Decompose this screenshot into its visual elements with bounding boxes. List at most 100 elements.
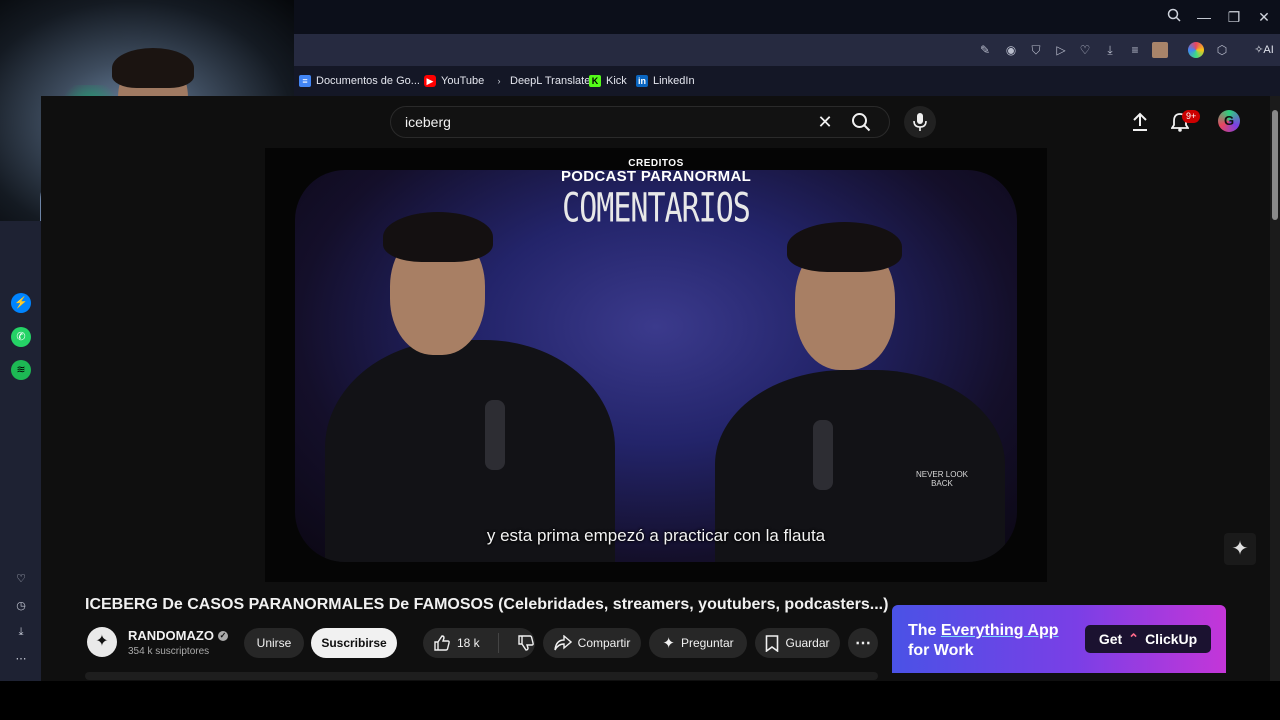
like-count: 18 k <box>457 636 480 650</box>
dislike-button[interactable] <box>517 634 535 652</box>
cube-extension-icon[interactable]: ⬡ <box>1214 42 1230 58</box>
bookmark-label: Kick <box>606 75 627 87</box>
bookmark-deepl[interactable]: › DeepL Translate <box>493 73 591 89</box>
video-title: ICEBERG De CASOS PARANORMALES De FAMOSOS… <box>85 596 889 613</box>
messenger-icon[interactable]: ⚡ <box>11 293 31 313</box>
scrollbar-thumb[interactable] <box>1272 110 1278 220</box>
microphone-icon <box>913 113 927 131</box>
profile-avatar-icon[interactable] <box>1152 42 1168 58</box>
minimize-icon[interactable]: — <box>1193 6 1215 28</box>
notification-count-badge: 9+ <box>1182 110 1201 123</box>
ad-line1-prefix: The <box>908 622 941 639</box>
subscribe-button[interactable]: Suscribirse <box>311 628 397 658</box>
menu-lines-icon[interactable]: ≡ <box>1127 42 1143 58</box>
linkedin-icon: in <box>636 75 648 87</box>
restore-icon[interactable]: ❐ <box>1223 6 1245 28</box>
verified-icon: ✓ <box>217 630 228 641</box>
bookmark-linkedin[interactable]: in LinkedIn <box>636 73 695 89</box>
account-avatar[interactable]: G <box>1218 110 1240 132</box>
ad-cta-button[interactable]: Get ⌃ ClickUp <box>1085 625 1211 653</box>
subscribe-label: Suscribirse <box>321 636 387 650</box>
subscriber-count: 354 k suscriptores <box>128 646 210 657</box>
download-icon[interactable]: ⤓ <box>11 622 31 642</box>
right-microphone <box>813 420 833 490</box>
browser-toolbar: ✎ ◉ ⛉ ▷ ♡ ⤓ ≡ ⬡ ✧AI <box>294 34 1280 66</box>
more-horizontal-icon: ⋯ <box>855 635 871 652</box>
search-input[interactable] <box>405 107 805 137</box>
close-icon[interactable]: ✕ <box>1253 6 1275 28</box>
bookmark-kick[interactable]: K Kick <box>589 73 627 89</box>
webcam-person-hair <box>112 48 194 88</box>
camera-icon[interactable]: ◉ <box>1003 42 1019 58</box>
colorwheel-extension-icon[interactable] <box>1188 42 1204 58</box>
bookmark-docs[interactable]: ≡ Documentos de Go... <box>299 73 420 89</box>
channel-watermark-icon[interactable]: ✦ <box>1224 533 1256 565</box>
save-label: Guardar <box>785 636 830 650</box>
youtube-icon: ▶ <box>424 75 436 87</box>
ad-cta-prefix: Get <box>1098 631 1123 647</box>
upload-icon[interactable] <box>1131 112 1151 132</box>
whatsapp-icon[interactable]: ✆ <box>11 327 31 347</box>
bookmark-icon <box>766 634 779 652</box>
overlay-sub-text: COMENTARIOS <box>562 185 751 233</box>
shield-icon[interactable]: ⛉ <box>1028 42 1044 58</box>
ad-line2: for Work <box>908 642 974 659</box>
spotify-icon[interactable]: ≋ <box>11 360 31 380</box>
search-button-icon[interactable] <box>851 112 871 132</box>
more-icon[interactable]: ⋯ <box>11 649 31 669</box>
heart-icon[interactable]: ♡ <box>11 569 31 589</box>
ask-label: Preguntar <box>680 636 734 650</box>
thumbs-down-icon <box>518 635 534 651</box>
shirt-print: NEVER LOOK BACK <box>915 470 968 488</box>
share-label: Compartir <box>577 636 631 650</box>
voice-search-button[interactable] <box>904 106 936 138</box>
channel-name: RANDOMAZO <box>128 628 214 643</box>
share-icon <box>553 635 572 651</box>
like-dislike-group: 18 k <box>423 628 535 658</box>
browser-titlebar: — ❐ ✕ <box>294 0 1280 34</box>
edit-icon[interactable]: ✎ <box>977 42 993 58</box>
bookmark-label: YouTube <box>441 75 485 87</box>
video-player[interactable]: NEVER LOOK BACK CREDITOS PODCAST PARANOR… <box>265 148 1047 582</box>
search-box: ✕ <box>390 106 890 138</box>
like-button[interactable]: 18 k <box>433 634 492 652</box>
ai-button[interactable]: ✧AI <box>1250 42 1278 58</box>
docs-icon: ≡ <box>299 75 311 87</box>
search-icon[interactable] <box>1163 6 1185 28</box>
browser-sidebar: ⚡ ✆ ≋ ♡ ◷ ⤓ ⋯ <box>0 221 41 681</box>
bookmark-label: Documentos de Go... <box>316 75 420 87</box>
save-button[interactable]: Guardar <box>755 628 840 658</box>
video-overlay-title: CREDITOS PODCAST PARANORMAL COMENTARIOS <box>265 158 1047 232</box>
bookmark-label: DeepL Translate <box>510 75 591 87</box>
clickup-logo-icon: ⌃ <box>1128 631 1140 646</box>
play-icon[interactable]: ▷ <box>1053 42 1069 58</box>
bookmarks-bar: ≡ Documentos de Go... ▶ YouTube › DeepL … <box>294 66 1280 96</box>
page-scrollbar[interactable] <box>1270 96 1280 681</box>
channel-avatar[interactable]: ✦ <box>87 627 117 657</box>
ad-cta-brand: ClickUp <box>1145 631 1198 647</box>
join-label: Unirse <box>256 636 292 650</box>
download-icon[interactable]: ⤓ <box>1102 42 1118 58</box>
share-button[interactable]: Compartir <box>543 628 641 658</box>
more-actions-button[interactable]: ⋯ <box>848 628 878 658</box>
sparkle-icon: ✦ <box>662 635 675 652</box>
video-subtitle: y esta prima empezó a practicar con la f… <box>486 526 826 545</box>
ad-headline: The Everything App for Work <box>908 621 1059 661</box>
heart-outline-icon[interactable]: ♡ <box>1077 42 1093 58</box>
description-box-edge <box>85 672 878 680</box>
left-microphone <box>485 400 505 470</box>
ask-button[interactable]: ✦ Preguntar <box>649 628 747 658</box>
channel-name-row[interactable]: RANDOMAZO ✓ <box>128 628 228 643</box>
clickup-ad-banner[interactable]: The Everything App for Work Get ⌃ ClickU… <box>892 605 1226 673</box>
clear-search-icon[interactable]: ✕ <box>815 112 835 132</box>
deepl-icon: › <box>497 76 501 86</box>
bottom-letterbox <box>0 681 1280 720</box>
kick-icon: K <box>589 75 601 87</box>
clock-icon[interactable]: ◷ <box>11 596 31 616</box>
bookmark-label: LinkedIn <box>653 75 695 87</box>
bookmark-youtube[interactable]: ▶ YouTube <box>424 73 484 89</box>
join-button[interactable]: Unirse <box>244 628 304 658</box>
ai-label: AI <box>1263 44 1274 56</box>
thumbs-up-icon <box>434 635 450 651</box>
youtube-header: ✕ 9+ G <box>294 96 1270 148</box>
